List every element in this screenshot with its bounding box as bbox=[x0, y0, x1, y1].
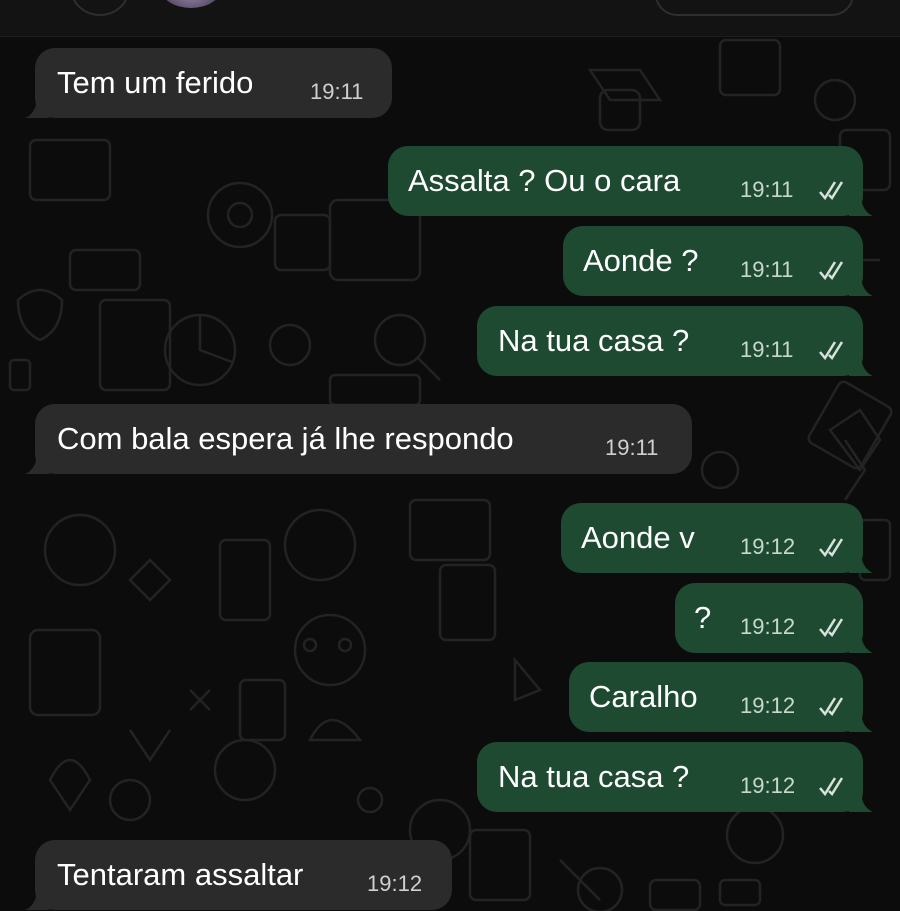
bubble-tail bbox=[849, 272, 873, 296]
message-text: Na tua casa ? bbox=[498, 759, 690, 794]
bubble-tail bbox=[25, 94, 49, 118]
message-bubble-outgoing[interactable]: Na tua casa ? 19:12 bbox=[477, 742, 873, 812]
bubble-tail bbox=[25, 886, 49, 910]
message-bubble-outgoing[interactable]: Assalta ? Ou o cara 19:11 bbox=[388, 146, 873, 216]
message-text: ? bbox=[694, 600, 712, 635]
message-time: 19:12 bbox=[740, 693, 796, 718]
message-text: Aonde ? bbox=[583, 243, 699, 278]
back-button[interactable] bbox=[70, 0, 130, 16]
read-ticks-icon bbox=[819, 261, 844, 281]
bubble-tail bbox=[849, 192, 873, 216]
chat-header bbox=[0, 0, 900, 37]
message-bubble-outgoing[interactable]: Na tua casa ? 19:11 bbox=[477, 306, 873, 376]
message-bubble-outgoing[interactable]: ? 19:12 bbox=[675, 583, 873, 653]
message-time: 19:12 bbox=[740, 534, 796, 559]
read-ticks-icon bbox=[819, 777, 844, 797]
message-time: 19:11 bbox=[740, 337, 794, 362]
message-text: Tentaram assaltar bbox=[57, 857, 304, 892]
message-text: Assalta ? Ou o cara bbox=[408, 163, 681, 198]
message-bubble-incoming[interactable]: Tem um ferido 19:11 bbox=[25, 48, 392, 118]
message-bubble-incoming[interactable]: Com bala espera já lhe respondo 19:11 bbox=[25, 404, 692, 474]
message-text: Aonde v bbox=[581, 520, 695, 555]
bubble-tail bbox=[849, 788, 873, 812]
bubble-tail bbox=[849, 629, 873, 653]
message-text: Na tua casa ? bbox=[498, 323, 690, 358]
message-time: 19:12 bbox=[367, 871, 423, 896]
bubble-tail bbox=[849, 708, 873, 732]
message-bubble-outgoing[interactable]: Caralho 19:12 bbox=[569, 662, 873, 732]
read-ticks-icon bbox=[819, 181, 844, 201]
read-ticks-icon bbox=[819, 618, 844, 638]
bubble-tail bbox=[849, 549, 873, 573]
read-ticks-icon bbox=[819, 697, 844, 717]
message-time: 19:12 bbox=[740, 614, 796, 639]
message-time: 19:12 bbox=[740, 773, 796, 798]
chat-screen: Tem um ferido 19:11 Assalta ? Ou o cara … bbox=[0, 0, 900, 911]
message-time: 19:11 bbox=[605, 435, 659, 460]
message-bubble-outgoing[interactable]: Aonde ? 19:11 bbox=[563, 226, 873, 296]
message-bubble-outgoing[interactable]: Aonde v 19:12 bbox=[561, 503, 873, 573]
message-bubble-incoming[interactable]: Tentaram assaltar 19:12 bbox=[25, 840, 452, 910]
message-time: 19:11 bbox=[740, 177, 794, 202]
read-ticks-icon bbox=[819, 538, 844, 558]
read-ticks-icon bbox=[819, 341, 844, 361]
bubble-tail bbox=[25, 450, 49, 474]
bubble-tail bbox=[849, 352, 873, 376]
avatar[interactable] bbox=[160, 0, 222, 8]
message-text: Caralho bbox=[589, 679, 698, 714]
message-time: 19:11 bbox=[740, 257, 794, 282]
message-text: Tem um ferido bbox=[57, 65, 254, 100]
call-button[interactable] bbox=[655, 0, 854, 16]
message-text: Com bala espera já lhe respondo bbox=[57, 421, 514, 456]
message-time: 19:11 bbox=[310, 79, 364, 104]
